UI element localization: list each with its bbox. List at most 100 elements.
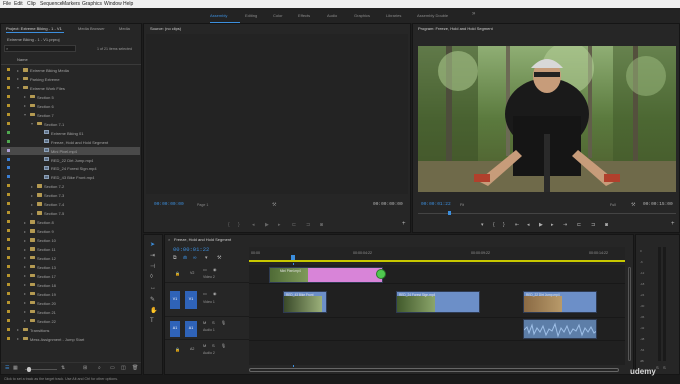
source-timecode-left[interactable]: 00:00:00:00 bbox=[154, 202, 184, 207]
disclosure-triangle-icon[interactable]: ▸ bbox=[31, 202, 33, 207]
bin-row[interactable]: ▸ Section 19 bbox=[1, 290, 140, 299]
program-fit-select[interactable]: Fit bbox=[460, 203, 464, 207]
freeze-frame-handle[interactable] bbox=[376, 269, 386, 279]
bin-row[interactable]: ▸ Section 10 bbox=[1, 236, 140, 245]
disclosure-triangle-icon[interactable]: ▸ bbox=[17, 327, 19, 332]
track-id-v2[interactable]: V2 bbox=[190, 271, 194, 275]
pen-tool-icon[interactable]: ✎ bbox=[150, 296, 155, 303]
timeline-vertical-scrollbar[interactable] bbox=[627, 265, 632, 365]
bin-row[interactable]: ▸ Transitions bbox=[1, 326, 140, 335]
vscroll-thumb[interactable] bbox=[628, 267, 631, 361]
column-header-name[interactable]: Name bbox=[17, 57, 28, 62]
timeline-ruler[interactable]: 00:00 00:00:04:22 00:00:09:22 00:00:14:2… bbox=[249, 247, 625, 263]
bin-row[interactable]: ▾ Extreme Work Files bbox=[1, 84, 140, 93]
disclosure-triangle-icon[interactable]: ▸ bbox=[17, 68, 19, 73]
bin-row[interactable]: ▸ Section 22 bbox=[1, 317, 140, 326]
mark-out-icon[interactable]: } bbox=[238, 222, 240, 228]
disclosure-triangle-icon[interactable]: ▸ bbox=[24, 220, 26, 225]
lock-icon[interactable]: 🔒 bbox=[175, 347, 180, 352]
sort-icon[interactable]: ⇅ bbox=[61, 365, 65, 371]
bin-row[interactable]: ▸ Section 13 bbox=[1, 263, 140, 272]
disclosure-triangle-icon[interactable]: ▸ bbox=[24, 247, 26, 252]
lock-icon[interactable]: 🔒 bbox=[175, 271, 180, 276]
tab-source[interactable]: Source: (no clips) bbox=[150, 26, 181, 31]
disclosure-triangle-icon[interactable]: ▸ bbox=[24, 282, 26, 287]
lift-icon[interactable]: ⊏ bbox=[577, 222, 581, 228]
source-patch-v1[interactable]: V1 bbox=[170, 291, 180, 309]
disclosure-triangle-icon[interactable]: ▸ bbox=[24, 255, 26, 260]
solo-button[interactable]: S bbox=[212, 343, 215, 348]
program-quality-select[interactable]: Full bbox=[610, 203, 616, 207]
hand-tool-icon[interactable]: ✋ bbox=[150, 307, 157, 314]
bin-row[interactable]: ▸ Section 20 bbox=[1, 299, 140, 308]
disclosure-triangle-icon[interactable]: ▸ bbox=[24, 318, 26, 323]
disclosure-triangle-icon[interactable]: ▸ bbox=[24, 238, 26, 243]
settings-icon[interactable]: ⚒ bbox=[272, 202, 276, 208]
program-scrub-bar[interactable] bbox=[418, 211, 676, 215]
snap-icon[interactable]: ⋒ bbox=[183, 255, 187, 261]
menu-graphics[interactable]: Graphics bbox=[82, 1, 102, 7]
audio-clip-dirt-jump[interactable] bbox=[523, 319, 597, 339]
workspace-color[interactable]: Color bbox=[273, 13, 283, 18]
trash-icon[interactable]: 🗑 bbox=[132, 365, 138, 371]
list-view-icon[interactable]: ☰ bbox=[5, 365, 9, 371]
bin-row[interactable]: ▸ Section 6 bbox=[1, 102, 140, 111]
project-search-input[interactable] bbox=[12, 46, 74, 51]
source-page-select[interactable]: Page 1 bbox=[197, 203, 208, 207]
timeline-settings-icon[interactable]: ⚒ bbox=[217, 255, 221, 261]
solo-button[interactable]: S bbox=[212, 320, 215, 325]
track-id-a2[interactable]: A2 bbox=[190, 347, 194, 351]
menu-sequence[interactable]: Sequence bbox=[40, 1, 63, 7]
disclosure-triangle-icon[interactable]: ▸ bbox=[31, 211, 33, 216]
menu-markers[interactable]: Markers bbox=[62, 1, 80, 7]
tab-program[interactable]: Program: Freeze, Hold and Hold Segment bbox=[418, 26, 493, 31]
bin-row[interactable]: ▸ Section 9 bbox=[1, 227, 140, 236]
track-target-v1[interactable]: V1 bbox=[185, 291, 197, 309]
disclosure-triangle-icon[interactable]: ▸ bbox=[24, 103, 26, 108]
bin-row[interactable]: ▸ Extreme Biking Media bbox=[1, 66, 140, 75]
bin-row[interactable]: ▸ Parking Extreme bbox=[1, 75, 140, 84]
disclosure-triangle-icon[interactable]: ▸ bbox=[31, 184, 33, 189]
step-forward-icon[interactable]: ▸ bbox=[278, 222, 281, 228]
track-target-a1[interactable]: A1 bbox=[185, 321, 197, 337]
bin-row[interactable]: ▸ Section 7-3 bbox=[1, 191, 140, 200]
step-forward-icon[interactable]: ▸ bbox=[551, 222, 554, 228]
clip-row[interactable]: Freeze, Hold and Hold Segment bbox=[1, 138, 140, 147]
bin-row[interactable]: ▸ Section 7-2 bbox=[1, 182, 140, 191]
clip-row[interactable]: RED_43 Bike Front.mp4 bbox=[1, 173, 140, 182]
timeline-timecode[interactable]: 00:00:01:22 bbox=[173, 246, 209, 253]
mute-button[interactable]: M bbox=[203, 320, 206, 325]
timeline-scrollbar[interactable] bbox=[249, 367, 625, 373]
zoom-slider[interactable] bbox=[25, 367, 57, 372]
insert-icon[interactable]: ⊏ bbox=[292, 222, 296, 228]
ripple-edit-tool-icon[interactable]: ⊣ bbox=[150, 263, 155, 270]
menu-help[interactable]: Help bbox=[123, 1, 133, 7]
mark-in-icon[interactable]: { bbox=[493, 222, 495, 228]
bin-row[interactable]: ▾ Section 7 bbox=[1, 111, 140, 120]
step-back-icon[interactable]: ◂ bbox=[527, 222, 530, 228]
film-icon[interactable]: ▭ bbox=[203, 267, 207, 272]
solo-button[interactable]: S bbox=[663, 365, 666, 370]
disclosure-triangle-icon[interactable]: ▸ bbox=[24, 309, 26, 314]
disclosure-triangle-icon[interactable]: ▾ bbox=[31, 121, 33, 126]
workspace-overflow-button[interactable]: » bbox=[472, 11, 475, 17]
disclosure-triangle-icon[interactable]: ▸ bbox=[24, 300, 26, 305]
add-marker-icon[interactable]: ▾ bbox=[481, 222, 484, 228]
tab-timeline[interactable]: Freeze, Hold and Hold Segment bbox=[174, 237, 231, 242]
razor-tool-icon[interactable]: ◊ bbox=[150, 274, 153, 280]
workspace-graphics[interactable]: Graphics bbox=[354, 13, 370, 18]
extract-icon[interactable]: ⊐ bbox=[591, 222, 595, 228]
new-bin-icon[interactable]: ▭ bbox=[110, 365, 115, 371]
wrench-icon[interactable]: ⚒ bbox=[631, 202, 635, 208]
work-area-bar[interactable] bbox=[249, 260, 625, 262]
workspace-assembly[interactable]: Assembly bbox=[210, 13, 227, 18]
overwrite-icon[interactable]: ⊐ bbox=[306, 222, 310, 228]
bin-row[interactable]: ▸ Mess Assignment - Jump Start bbox=[1, 335, 140, 344]
menu-window[interactable]: Window bbox=[104, 1, 122, 7]
tab-media[interactable]: Media bbox=[119, 26, 130, 31]
clip-red22-dirt-jump[interactable]: RED_22 Dirt Jump.mp4 bbox=[523, 291, 597, 313]
clip-row[interactable]: Extreme Biking 01 bbox=[1, 129, 140, 138]
close-tab-icon[interactable]: × bbox=[168, 237, 170, 242]
menu-edit[interactable]: Edit bbox=[14, 1, 23, 7]
clip-row[interactable]: RED_22 Dirt Jump.mp4 bbox=[1, 156, 140, 165]
